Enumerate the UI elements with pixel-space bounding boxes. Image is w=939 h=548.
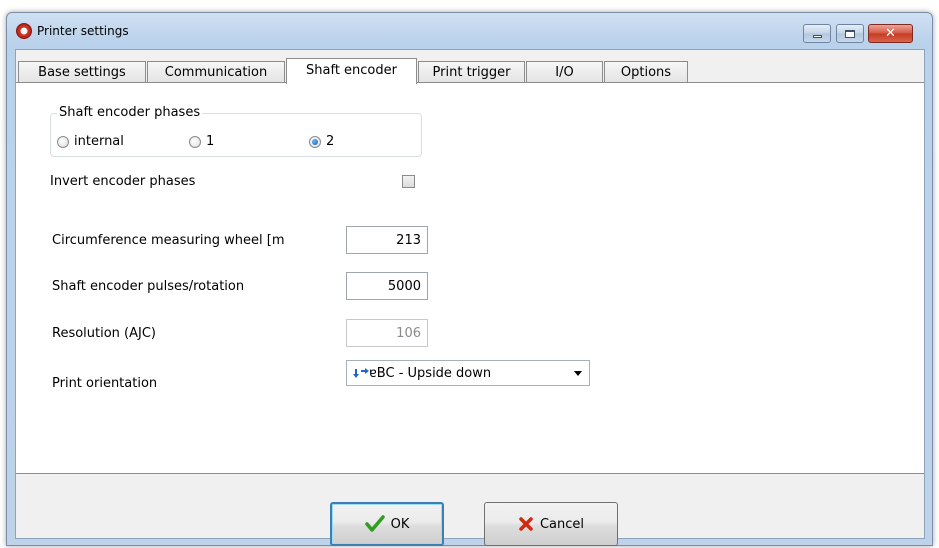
pulses-label: Shaft encoder pulses/rotation xyxy=(52,279,245,294)
circumference-input[interactable]: 213 xyxy=(346,226,428,254)
cancel-button[interactable]: Cancel xyxy=(484,502,618,546)
rotate-orientation-icon xyxy=(353,368,369,378)
minimize-icon xyxy=(812,35,822,38)
resolution-label: Resolution (AJC) xyxy=(52,326,157,341)
radio-2-label: 2 xyxy=(326,134,335,149)
print-orientation-value: ɐBC - Upside down xyxy=(369,366,492,381)
shaft-encoder-phases-group: Shaft encoder phases internal 1 2 xyxy=(50,105,422,157)
radio-unchecked-icon[interactable] xyxy=(57,135,69,148)
tab-communication[interactable]: Communication xyxy=(147,61,285,83)
maximize-button[interactable] xyxy=(836,24,864,43)
shaft-encoder-panel: Shaft encoder phases internal 1 2 Invert… xyxy=(16,82,924,474)
group-legend: Shaft encoder phases xyxy=(57,105,203,120)
print-orientation-label: Print orientation xyxy=(52,376,158,391)
tab-io[interactable]: I/O xyxy=(526,61,603,83)
resolution-field: 106 xyxy=(346,319,428,347)
ok-label: OK xyxy=(390,516,410,532)
dropdown-arrow-icon[interactable] xyxy=(574,371,582,376)
minimize-button[interactable] xyxy=(803,24,831,43)
window-title: Printer settings xyxy=(37,24,129,38)
printer-settings-window: Printer settings ✕ Base settings Communi… xyxy=(6,12,933,546)
maximize-icon xyxy=(845,29,855,38)
invert-phases-checkbox[interactable] xyxy=(402,175,415,188)
radio-1-label: 1 xyxy=(206,134,215,149)
radio-unchecked-icon[interactable] xyxy=(189,135,201,148)
radio-2[interactable]: 2 xyxy=(309,134,334,149)
tab-options[interactable]: Options xyxy=(604,61,688,83)
pulses-input[interactable]: 5000 xyxy=(346,272,428,300)
radio-1[interactable]: 1 xyxy=(189,134,214,149)
dialog-client-area: Base settings Communication Shaft encode… xyxy=(15,49,925,546)
cancel-x-icon xyxy=(518,516,534,532)
title-bar[interactable]: Printer settings ✕ xyxy=(7,13,932,49)
close-button[interactable]: ✕ xyxy=(868,24,913,43)
circumference-label: Circumference measuring wheel [m xyxy=(52,233,285,248)
ok-button[interactable]: OK xyxy=(330,502,444,546)
tab-shaft-encoder[interactable]: Shaft encoder xyxy=(286,58,417,84)
radio-internal-label: internal xyxy=(74,134,124,149)
cancel-label: Cancel xyxy=(539,516,585,532)
radio-internal[interactable]: internal xyxy=(57,134,124,149)
tab-strip: Base settings Communication Shaft encode… xyxy=(16,58,924,84)
checkmark-icon xyxy=(364,515,385,533)
invert-phases-label: Invert encoder phases xyxy=(50,174,196,189)
radio-checked-icon[interactable] xyxy=(309,135,321,148)
app-logo-icon xyxy=(16,23,32,39)
tab-print-trigger[interactable]: Print trigger xyxy=(418,61,525,83)
print-orientation-select[interactable]: ɐBC - Upside down xyxy=(346,360,590,386)
close-icon: ✕ xyxy=(885,26,896,41)
tab-base-settings[interactable]: Base settings xyxy=(18,61,146,83)
